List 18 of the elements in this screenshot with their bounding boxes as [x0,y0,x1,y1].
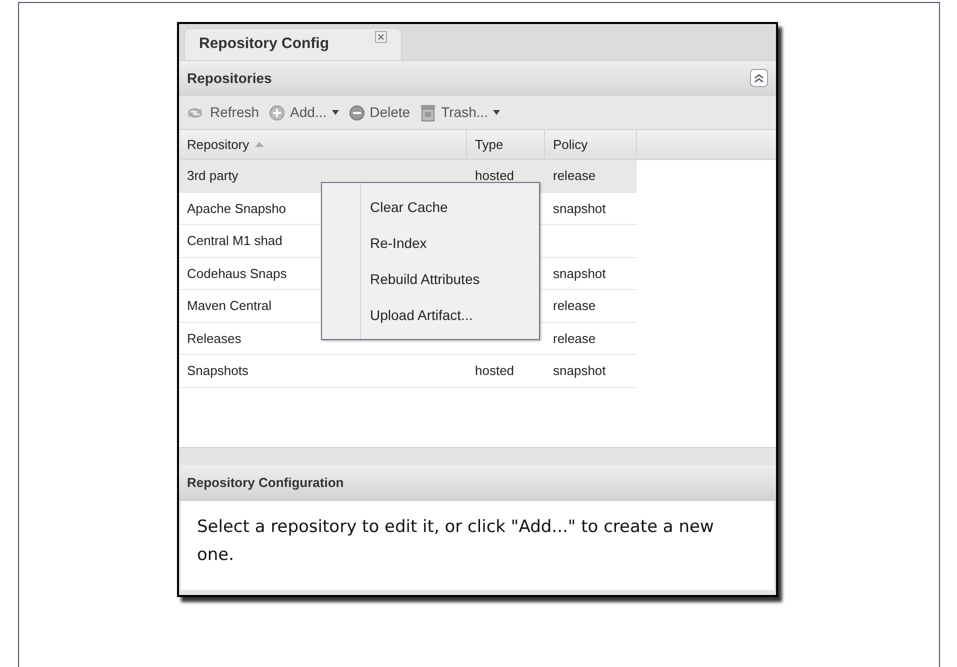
table-cell-text: Snapshots [187,362,248,380]
table-cell-text: Central M1 shad [187,232,282,250]
panel-title: Repository Configuration [187,474,344,492]
table-cell-text: snapshot [553,362,606,380]
table-cell-text: Maven Central [187,297,272,315]
table-cell-text: hosted [475,362,514,380]
table-cell-text: hosted [475,167,514,185]
table-cell-text: snapshot [553,264,606,283]
table-cell-text: snapshot [553,200,606,218]
panel-title: Repositories [187,68,272,88]
table-cell-text: release [553,167,596,185]
table-cell-text: release [553,330,596,348]
table-cell-text: Apache Snapsho [187,200,286,218]
table-cell-text: 3rd party [187,167,238,185]
table-cell-text: release [553,297,596,315]
table-cell-text: Releases [187,330,242,348]
instruction-text: Select a repository to edit it, or click "Add..." to create a new one. [197,516,715,567]
table-cell-text: Codehaus Snaps [187,264,287,283]
